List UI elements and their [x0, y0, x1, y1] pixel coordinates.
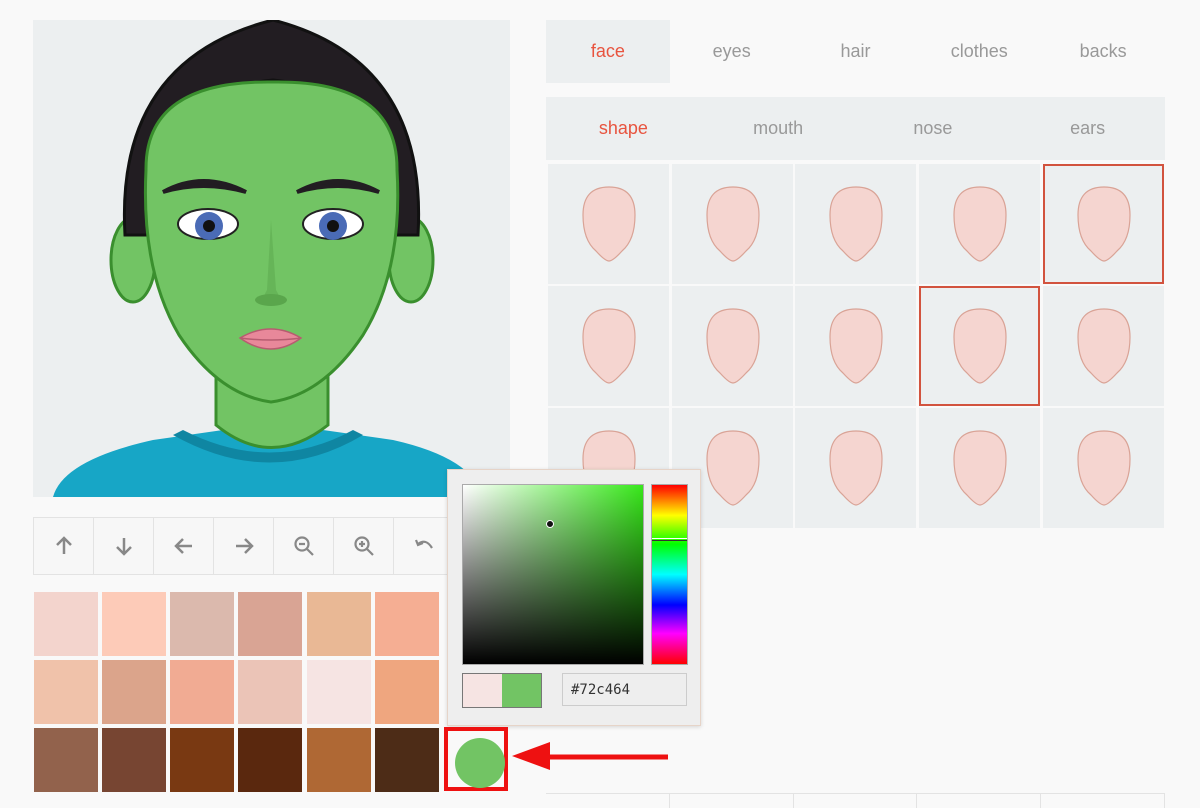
face-shape-option[interactable] — [1043, 164, 1164, 284]
avatar-illustration — [53, 20, 483, 497]
move-right-button[interactable] — [214, 518, 274, 574]
face-shape-option[interactable] — [672, 164, 793, 284]
move-down-button[interactable] — [94, 518, 154, 574]
custom-color-swatch-highlight[interactable] — [444, 727, 508, 791]
skin-swatch[interactable] — [238, 592, 302, 656]
skin-swatch[interactable] — [34, 728, 98, 792]
skin-swatch[interactable] — [34, 660, 98, 724]
subcategory-tabs: shape mouth nose ears — [546, 97, 1165, 160]
subtab-ears[interactable]: ears — [1010, 97, 1165, 160]
face-shape-icon — [705, 430, 760, 506]
zoom-out-button[interactable] — [274, 518, 334, 574]
new-color-swatch — [502, 674, 541, 707]
zoom-in-button[interactable] — [334, 518, 394, 574]
color-picker-popup: #72c464 — [447, 469, 701, 726]
face-shape-option[interactable] — [1043, 408, 1164, 528]
bottom-grid-row — [546, 793, 1165, 808]
face-shape-option[interactable] — [795, 286, 916, 406]
face-shape-icon — [581, 308, 636, 384]
saturation-value-area[interactable] — [462, 484, 644, 665]
face-shape-option[interactable] — [795, 164, 916, 284]
face-shape-option[interactable] — [548, 286, 669, 406]
face-shape-icon — [828, 430, 883, 506]
skin-swatch[interactable] — [375, 660, 439, 724]
face-shape-icon — [705, 186, 760, 262]
skin-swatch[interactable] — [375, 728, 439, 792]
face-shape-icon — [952, 308, 1007, 384]
face-shape-option[interactable] — [919, 164, 1040, 284]
skin-swatch[interactable] — [102, 660, 166, 724]
face-shape-icon — [1076, 308, 1131, 384]
face-shape-icon — [705, 308, 760, 384]
move-left-button[interactable] — [154, 518, 214, 574]
hex-color-input[interactable]: #72c464 — [562, 673, 687, 706]
tab-backs[interactable]: backs — [1041, 20, 1165, 83]
zoom-in-icon — [353, 536, 374, 556]
avatar-preview — [33, 20, 510, 497]
tab-face[interactable]: face — [546, 20, 670, 83]
move-up-button[interactable] — [34, 518, 94, 574]
tab-eyes[interactable]: eyes — [670, 20, 794, 83]
color-selector-dot[interactable] — [546, 520, 554, 528]
skin-swatch[interactable] — [307, 728, 371, 792]
zoom-out-icon — [293, 536, 314, 556]
face-shape-icon — [1076, 430, 1131, 506]
skin-swatch[interactable] — [307, 660, 371, 724]
hue-slider-handle[interactable] — [652, 538, 687, 541]
skin-swatch[interactable] — [170, 728, 234, 792]
arrow-down-icon — [115, 538, 132, 556]
skin-swatch[interactable] — [375, 592, 439, 656]
subtab-shape[interactable]: shape — [546, 97, 701, 160]
avatar-toolbar — [33, 517, 463, 575]
arrow-up-icon — [55, 536, 72, 554]
face-shape-icon — [1076, 186, 1131, 262]
arrow-right-icon — [235, 538, 254, 554]
skin-swatch[interactable] — [102, 728, 166, 792]
arrow-left-icon — [173, 538, 192, 554]
color-preview — [462, 673, 542, 708]
face-shape-option[interactable] — [919, 286, 1040, 406]
face-shape-option[interactable] — [548, 164, 669, 284]
skin-swatch[interactable] — [238, 728, 302, 792]
face-shape-option[interactable] — [919, 408, 1040, 528]
undo-icon — [414, 539, 433, 549]
face-shape-icon — [952, 186, 1007, 262]
skin-swatch[interactable] — [102, 592, 166, 656]
skin-swatch[interactable] — [307, 592, 371, 656]
face-shape-option[interactable] — [672, 286, 793, 406]
face-shape-icon — [828, 308, 883, 384]
custom-color-swatch[interactable] — [455, 738, 505, 788]
skin-swatch[interactable] — [170, 592, 234, 656]
face-shape-icon — [952, 430, 1007, 506]
face-shape-icon — [581, 186, 636, 262]
previous-color-swatch[interactable] — [463, 674, 502, 707]
undo-button[interactable] — [394, 518, 454, 574]
tab-clothes[interactable]: clothes — [917, 20, 1041, 83]
face-shape-icon — [828, 186, 883, 262]
tab-hair[interactable]: hair — [794, 20, 918, 83]
subtab-nose[interactable]: nose — [856, 97, 1011, 160]
skin-swatch[interactable] — [170, 660, 234, 724]
skin-swatch[interactable] — [238, 660, 302, 724]
hue-slider[interactable] — [651, 484, 688, 665]
subtab-mouth[interactable]: mouth — [701, 97, 856, 160]
red-arrow-annotation — [512, 742, 668, 770]
face-shape-option[interactable] — [795, 408, 916, 528]
face-shape-option[interactable] — [1043, 286, 1164, 406]
category-tabs: face eyes hair clothes backs — [546, 20, 1165, 83]
skin-swatch[interactable] — [34, 592, 98, 656]
